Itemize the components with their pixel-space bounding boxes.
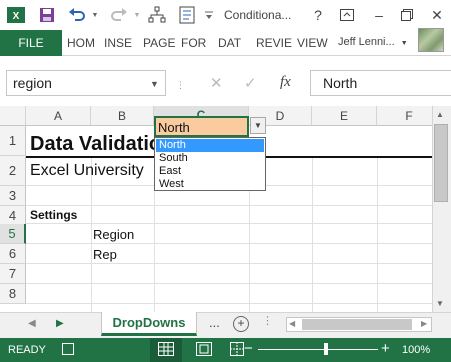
- scroll-left-icon[interactable]: ◀: [289, 319, 295, 328]
- validation-dropdown-list: North South East West: [154, 137, 266, 191]
- gridline: [26, 303, 432, 304]
- scroll-down-icon[interactable]: ▼: [436, 299, 444, 308]
- dropdown-option-west[interactable]: West: [156, 178, 264, 191]
- tab-formulas[interactable]: FOR: [181, 30, 206, 56]
- tab-page-layout[interactable]: PAGE: [143, 30, 175, 56]
- tab-file[interactable]: FILE: [0, 30, 62, 56]
- tab-data[interactable]: DAT: [218, 30, 241, 56]
- scroll-up-icon[interactable]: ▲: [436, 110, 444, 119]
- tab-insert[interactable]: INSE: [104, 30, 132, 56]
- cell-c5-region-value[interactable]: North: [158, 120, 190, 135]
- horizontal-scroll-thumb[interactable]: [302, 319, 412, 330]
- ribbon-tabs: FILE HOM INSE PAGE FOR DAT REVIE VIEW Je…: [0, 30, 451, 56]
- document-title: Conditiona...: [224, 8, 292, 22]
- gridline: [26, 263, 432, 264]
- undo-menu-icon[interactable]: ▼: [90, 4, 100, 26]
- gridline: [91, 158, 92, 312]
- row-header-5[interactable]: 5: [0, 224, 26, 244]
- dropdown-option-east[interactable]: East: [156, 165, 264, 178]
- previous-sheet-icon[interactable]: ◀: [28, 318, 36, 329]
- tab-review[interactable]: REVIE: [256, 30, 292, 56]
- avatar[interactable]: [418, 28, 444, 52]
- macro-recording-icon[interactable]: [62, 343, 74, 355]
- row-header-7[interactable]: 7: [0, 264, 26, 284]
- cell-b5-region-label[interactable]: Region: [93, 227, 134, 242]
- more-sheets-button[interactable]: ...: [209, 315, 220, 330]
- column-header-e[interactable]: E: [312, 106, 377, 126]
- column-header-a[interactable]: A: [26, 106, 91, 126]
- hierarchy-icon[interactable]: [146, 4, 168, 26]
- column-header-b[interactable]: B: [91, 106, 154, 126]
- zoom-slider-thumb[interactable]: [324, 343, 328, 355]
- save-icon[interactable]: [36, 4, 58, 26]
- gridline: [26, 223, 432, 224]
- ribbon-display-options-icon[interactable]: [336, 3, 358, 27]
- customize-toolbar-icon[interactable]: [202, 4, 216, 26]
- new-sheet-button[interactable]: +: [233, 316, 249, 332]
- page-layout-view-icon[interactable]: [196, 342, 212, 356]
- normal-view-icon[interactable]: [158, 342, 174, 356]
- form-icon[interactable]: [176, 4, 198, 26]
- excel-window: X ▼ ▼ Conditiona... ? – ✕ FILE HOM INSE …: [0, 0, 451, 362]
- row-header-4[interactable]: 4: [0, 206, 26, 226]
- user-name: Jeff Lenni...: [338, 36, 395, 48]
- zoom-level[interactable]: 100%: [402, 344, 430, 356]
- formula-input[interactable]: North: [310, 70, 451, 96]
- minimize-button[interactable]: –: [368, 3, 390, 27]
- column-header-f[interactable]: F: [377, 106, 432, 126]
- row-header-3[interactable]: 3: [0, 186, 26, 206]
- excel-logo-icon[interactable]: X: [4, 4, 28, 26]
- cancel-icon[interactable]: ✕: [210, 74, 223, 92]
- sheet-tab-dropdowns[interactable]: DropDowns: [101, 312, 197, 336]
- zoom-in-button[interactable]: +: [381, 340, 390, 357]
- gridline: [312, 158, 313, 312]
- insert-function-icon[interactable]: fx: [280, 74, 291, 91]
- cell-a4-settings[interactable]: Settings: [30, 208, 77, 222]
- tab-split-handle[interactable]: ⋮: [262, 314, 273, 327]
- restore-icon[interactable]: [396, 3, 418, 27]
- select-all-corner[interactable]: [0, 106, 26, 126]
- chevron-down-icon: ▼: [400, 40, 408, 47]
- gridline: [26, 283, 432, 284]
- gridline: [26, 205, 432, 206]
- enter-icon[interactable]: ✓: [244, 74, 257, 92]
- gridline: [377, 158, 378, 312]
- row-header-2[interactable]: 2: [0, 156, 26, 186]
- chevron-down-icon: ▼: [254, 121, 262, 130]
- name-box-dropdown-icon[interactable]: ▼: [150, 79, 159, 89]
- title-bar: X ▼ ▼ Conditiona... ? – ✕: [0, 0, 451, 30]
- validation-dropdown-button[interactable]: ▼: [250, 117, 266, 134]
- vertical-scroll-thumb[interactable]: [434, 124, 448, 202]
- row-header-6[interactable]: 6: [0, 244, 26, 264]
- undo-icon[interactable]: [66, 4, 88, 26]
- help-button[interactable]: ?: [310, 3, 326, 27]
- user-account[interactable]: Jeff Lenni... ▼: [338, 36, 408, 48]
- formula-bar-grip-icon: ⋮: [176, 80, 185, 90]
- status-text: READY: [8, 344, 46, 356]
- gridline: [26, 243, 432, 244]
- close-button[interactable]: ✕: [426, 3, 448, 27]
- zoom-slider-track[interactable]: [258, 349, 378, 350]
- tab-view[interactable]: VIEW: [297, 30, 328, 56]
- name-box[interactable]: region: [6, 70, 166, 96]
- next-sheet-icon[interactable]: ▶: [56, 318, 64, 329]
- cell-a1-title[interactable]: Data Validation: [30, 133, 173, 156]
- row-header-1[interactable]: 1: [0, 126, 26, 156]
- cell-b6-rep-label[interactable]: Rep: [93, 247, 117, 262]
- svg-text:X: X: [13, 11, 20, 22]
- cell-a2-subtitle[interactable]: Excel University: [30, 162, 144, 180]
- redo-menu-icon[interactable]: ▼: [132, 4, 142, 26]
- redo-icon[interactable]: [108, 4, 130, 26]
- row-header-8[interactable]: 8: [0, 284, 26, 304]
- zoom-out-button[interactable]: −: [244, 340, 253, 357]
- tab-home[interactable]: HOM: [67, 30, 95, 56]
- dropdown-option-north[interactable]: North: [156, 139, 264, 152]
- dropdown-option-south[interactable]: South: [156, 152, 264, 165]
- scroll-right-icon[interactable]: ▶: [421, 319, 427, 328]
